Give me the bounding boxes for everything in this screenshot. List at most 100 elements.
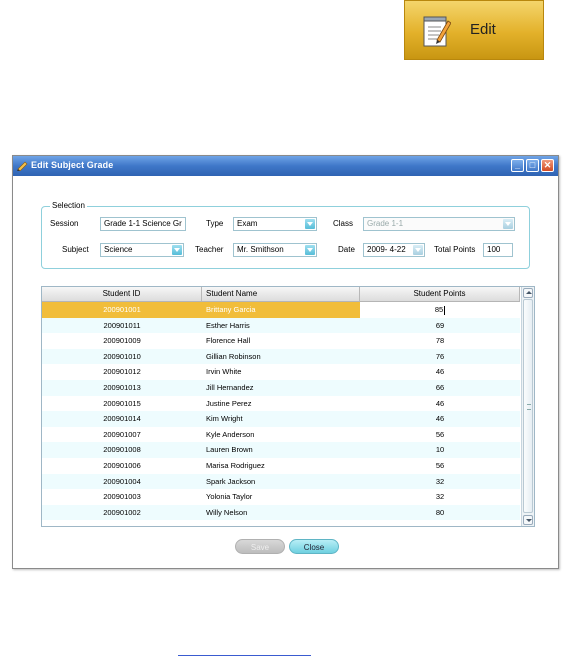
table-row[interactable]: 200901009 Florence Hall 78	[42, 333, 520, 349]
minimize-button[interactable]: _	[511, 159, 524, 172]
student-points-value: 46	[435, 414, 445, 424]
student-points-cell[interactable]: 46	[360, 364, 520, 380]
student-id-cell: 200901015	[103, 398, 141, 408]
student-points-cell[interactable]: 66	[360, 380, 520, 396]
student-name-cell: Irvin White	[206, 367, 242, 377]
table-header: Student ID Student Name Student Points	[42, 287, 520, 302]
date-picker[interactable]: 2009- 4-22	[363, 243, 425, 257]
date-value: 2009- 4-22	[367, 245, 406, 254]
table-row[interactable]: 200901007 Kyle Anderson 56	[42, 427, 520, 443]
student-points-value: 10	[435, 445, 445, 455]
student-points-cell[interactable]: 10	[360, 442, 520, 458]
student-points-cell[interactable]: 78	[360, 333, 520, 349]
student-id-cell: 200901010	[103, 351, 141, 361]
grip-icon	[527, 404, 531, 410]
hyperlink-underline[interactable]	[178, 655, 311, 656]
table-row[interactable]: 200901004 Spark Jackson 32	[42, 473, 520, 490]
session-value: Grade 1-1 Science Gr	[104, 219, 182, 228]
student-id-cell: 200901006	[103, 461, 141, 470]
total-points-label: Total Points	[434, 245, 476, 254]
student-id-cell: 200901003	[103, 492, 141, 502]
student-points-value: 46	[435, 398, 445, 408]
student-points-cell[interactable]: 32	[360, 489, 520, 505]
teacher-label: Teacher	[195, 245, 224, 254]
student-name-cell: Willy Nelson	[206, 507, 248, 517]
student-points-cell[interactable]: 85	[360, 302, 520, 318]
student-points-cell[interactable]: 56	[360, 427, 520, 443]
student-name-cell: Kim Wright	[206, 414, 243, 424]
subject-select[interactable]: Science	[100, 243, 184, 257]
class-select[interactable]: Grade 1-1	[363, 217, 515, 231]
edit-subject-grade-dialog: Edit Subject Grade _ □ ✕ Selection Sessi…	[12, 155, 559, 569]
student-points-value: 56	[435, 429, 445, 439]
close-icon: ✕	[543, 160, 552, 170]
student-id-cell: 200901013	[103, 383, 141, 392]
maximize-button[interactable]: □	[526, 159, 539, 172]
save-button[interactable]: Save	[235, 539, 285, 554]
teacher-value: Mr. Smithson	[237, 245, 284, 254]
scrollbar-thumb[interactable]	[523, 299, 533, 513]
student-id-cell: 200901007	[103, 429, 141, 439]
scroll-down-icon[interactable]	[523, 515, 533, 525]
student-name-cell: Gillian Robinson	[206, 351, 261, 361]
edit-pencil-icon	[423, 16, 451, 47]
table-row[interactable]: 200901014 Kim Wright 46	[42, 411, 520, 427]
table-row[interactable]: 200901015 Justine Perez 46	[42, 396, 520, 412]
student-name-cell: Florence Hall	[206, 336, 251, 346]
title-bar[interactable]: Edit Subject Grade _ □ ✕	[13, 156, 558, 176]
student-points-cell[interactable]: 32	[360, 474, 520, 490]
student-points-value: 46	[435, 367, 445, 377]
column-header-student-id[interactable]: Student ID	[42, 287, 202, 301]
app-icon	[17, 161, 28, 171]
table-row[interactable]: 200901013 Jill Hernandez 66	[42, 380, 520, 396]
student-points-cell[interactable]: 80	[360, 505, 520, 521]
student-name-cell: Marisa Rodriguez	[206, 461, 265, 470]
student-points-value: 78	[435, 336, 445, 346]
student-points-cell[interactable]: 69	[360, 318, 520, 334]
student-points-cell[interactable]: 56	[360, 458, 520, 474]
table-row[interactable]: 200901006 Marisa Rodriguez 56	[42, 458, 520, 474]
student-id-cell: 200901008	[103, 445, 141, 455]
student-grades-table: Student ID Student Name Student Points 2…	[41, 286, 535, 527]
student-name-cell: Jill Hernandez	[206, 383, 254, 392]
student-id-cell: 200901009	[103, 336, 141, 346]
vertical-scrollbar[interactable]	[521, 287, 534, 526]
student-points-cell[interactable]: 46	[360, 396, 520, 412]
close-window-button[interactable]: ✕	[541, 159, 554, 172]
class-value: Grade 1-1	[367, 219, 404, 228]
close-button[interactable]: Close	[289, 539, 339, 554]
student-id-cell: 200901004	[103, 476, 141, 486]
table-row[interactable]: 200901003 Yolonia Taylor 32	[42, 489, 520, 505]
edit-button[interactable]: Edit	[404, 0, 544, 60]
type-value: Exam	[237, 219, 258, 228]
type-label: Type	[206, 219, 224, 228]
student-points-value: 66	[435, 383, 445, 392]
scroll-up-icon[interactable]	[523, 288, 533, 298]
student-id-cell: 200901012	[103, 367, 141, 377]
student-points-value: 80	[435, 507, 445, 517]
column-header-student-points[interactable]: Student Points	[360, 287, 520, 301]
total-points-field[interactable]: 100	[483, 243, 513, 257]
chevron-down-icon	[305, 245, 315, 255]
column-header-student-name[interactable]: Student Name	[202, 287, 360, 301]
student-points-cell[interactable]: 46	[360, 411, 520, 427]
table-row[interactable]: 200901008 Lauren Brown 10	[42, 442, 520, 458]
student-points-value: 85	[434, 305, 444, 314]
table-row[interactable]: 200901002 Willy Nelson 80	[42, 504, 520, 521]
table-row[interactable]: 200901012 Irvin White 46	[42, 364, 520, 380]
subject-value: Science	[104, 245, 133, 254]
selection-legend: Selection	[50, 201, 87, 210]
table-row[interactable]: 200901010 Gillian Robinson 76	[42, 348, 520, 365]
student-points-cell[interactable]: 76	[360, 349, 520, 365]
edit-button-label: Edit	[470, 21, 496, 38]
table-row[interactable]: 200901001 Brittany Garcia 85	[42, 302, 520, 318]
student-name-cell: Lauren Brown	[206, 445, 253, 455]
teacher-select[interactable]: Mr. Smithson	[233, 243, 317, 257]
session-label: Session	[50, 219, 79, 228]
type-select[interactable]: Exam	[233, 217, 317, 231]
student-name-cell: Spark Jackson	[206, 476, 256, 486]
student-id-cell: 200901011	[103, 320, 141, 330]
session-field[interactable]: Grade 1-1 Science Gr	[100, 217, 186, 231]
table-row[interactable]: 200901011 Esther Harris 69	[42, 317, 520, 334]
minimize-icon: _	[514, 160, 520, 170]
